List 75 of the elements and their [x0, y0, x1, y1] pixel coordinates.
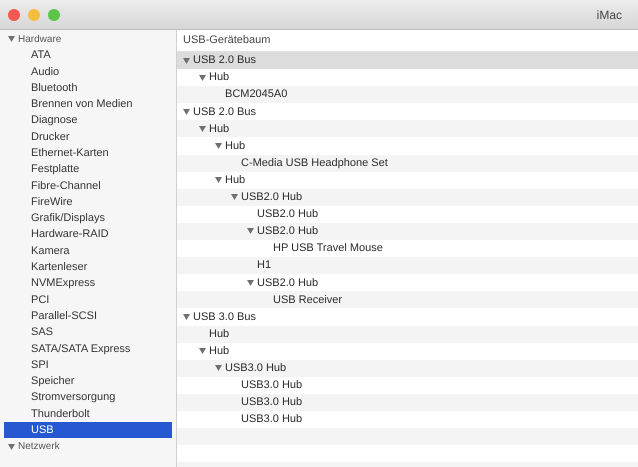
tree-row[interactable]: USB2.0 Hub	[177, 222, 638, 240]
sidebar-item[interactable]: ATA	[4, 47, 172, 64]
tree-row-label: USB Receiver	[273, 292, 342, 308]
tree-row[interactable]: USB 2.0 Bus	[177, 52, 638, 70]
sidebar-item[interactable]: Stromversorgung	[4, 390, 172, 406]
sidebar-item[interactable]: USB	[4, 422, 172, 438]
disclosure-triangle-icon[interactable]	[247, 228, 254, 234]
disclosure-triangle-icon[interactable]	[247, 280, 254, 286]
tree-row-label: USB3.0 Hub	[241, 412, 302, 428]
disclosure-triangle-icon[interactable]	[199, 348, 206, 354]
sidebar-item[interactable]: Diagnose	[4, 112, 172, 129]
sidebar-item[interactable]: Kartenleser	[4, 259, 172, 276]
sidebar-group-label[interactable]: Netzwerk	[18, 439, 60, 454]
sidebar-item[interactable]: Audio	[4, 64, 172, 80]
sidebar-item[interactable]: SAS	[4, 324, 172, 341]
tree-row-label: HP USB Travel Mouse	[273, 241, 383, 256]
disclosure-triangle-icon[interactable]	[215, 365, 222, 372]
tree-row-label: USB3.0 Hub	[241, 395, 302, 410]
sidebar-item[interactable]: NVMExpress	[4, 275, 172, 292]
disclosure-triangle-icon[interactable]	[199, 126, 206, 132]
tree-row-label: Hub	[209, 70, 230, 86]
sidebar-item[interactable]: Brennen von Medien	[4, 96, 172, 112]
sidebar-item[interactable]: Bluetooth	[4, 80, 172, 96]
sidebar-group-label[interactable]: Hardware	[18, 32, 62, 47]
tree-row[interactable]: Hub	[177, 120, 638, 138]
tree-row[interactable]: USB2.0 Hub	[177, 188, 638, 206]
tree-row-label: Hub	[225, 138, 246, 154]
disclosure-triangle-icon[interactable]	[215, 177, 222, 184]
tree-row-label: H1	[257, 258, 272, 274]
tree-row-label: Hub	[225, 172, 246, 188]
sidebar-item[interactable]: Kamera	[4, 242, 172, 260]
sidebar-item[interactable]: Speicher	[4, 373, 172, 390]
disclosure-triangle-icon[interactable]	[8, 36, 15, 42]
sidebar-item[interactable]: Fibre-Channel	[4, 178, 172, 194]
sidebar-item[interactable]: Ethernet-Karten	[4, 145, 172, 162]
tree-row[interactable]: Hub	[177, 326, 638, 343]
disclosure-triangle-icon[interactable]	[215, 143, 222, 150]
tree-row-label: USB 2.0 Bus	[193, 53, 256, 68]
tree-row-label: BCM2045A0	[225, 87, 288, 102]
tree-row[interactable]: USB Receiver	[177, 291, 638, 308]
disclosure-triangle-icon[interactable]	[231, 194, 238, 200]
tree-row-label: USB 3.0 Bus	[193, 310, 256, 325]
disclosure-triangle-icon[interactable]	[183, 108, 190, 115]
tree-row[interactable]: H1	[177, 257, 638, 274]
sidebar-item[interactable]: Drucker	[4, 128, 172, 146]
disclosure-triangle-icon[interactable]	[199, 74, 206, 81]
tree-row-label: C-Media USB Headphone Set	[241, 156, 388, 171]
tree-row[interactable]: C-Media USB Headphone Set	[177, 154, 638, 172]
sidebar-item[interactable]: PCI	[4, 292, 172, 308]
sidebar-item[interactable]: Hardware-RAID	[4, 226, 172, 243]
tree-row[interactable]: BCM2045A0	[177, 86, 638, 104]
tree-row-label: USB3.0 Hub	[225, 360, 286, 376]
sidebar-item[interactable]: Festplatte	[4, 161, 172, 178]
sidebar-item[interactable]: Parallel-SCSI	[4, 308, 172, 324]
disclosure-triangle-icon[interactable]	[8, 444, 15, 450]
tree-row-label: Hub	[209, 344, 230, 359]
tree-row-label: USB3.0 Hub	[241, 378, 302, 394]
tree-row-label: USB2.0 Hub	[257, 276, 318, 291]
sidebar-item[interactable]: SATA/SATA Express	[4, 340, 172, 357]
tree-row-label: USB2.0 Hub	[257, 224, 318, 240]
sidebar-item[interactable]: Thunderbolt	[4, 406, 172, 422]
disclosure-triangle-icon[interactable]	[183, 58, 190, 64]
close-window-button[interactable]	[8, 8, 20, 20]
sidebar-item[interactable]: Grafik/Displays	[4, 210, 172, 227]
sidebar-item[interactable]: SPI	[4, 356, 172, 374]
tree-row[interactable]: USB3.0 Hub	[177, 394, 638, 411]
tree-row-label: Hub	[209, 122, 230, 137]
disclosure-triangle-icon[interactable]	[183, 314, 190, 320]
tree-row-label: USB2.0 Hub	[241, 190, 302, 206]
tree-row-label: Hub	[209, 326, 230, 342]
tree-row-label: USB2.0 Hub	[257, 207, 318, 222]
tree-row[interactable]: USB3.0 Hub	[177, 360, 638, 377]
tree-row-label: USB 2.0 Bus	[193, 104, 256, 120]
window-title: iMac	[596, 6, 622, 24]
sidebar-item[interactable]: FireWire	[4, 194, 172, 210]
